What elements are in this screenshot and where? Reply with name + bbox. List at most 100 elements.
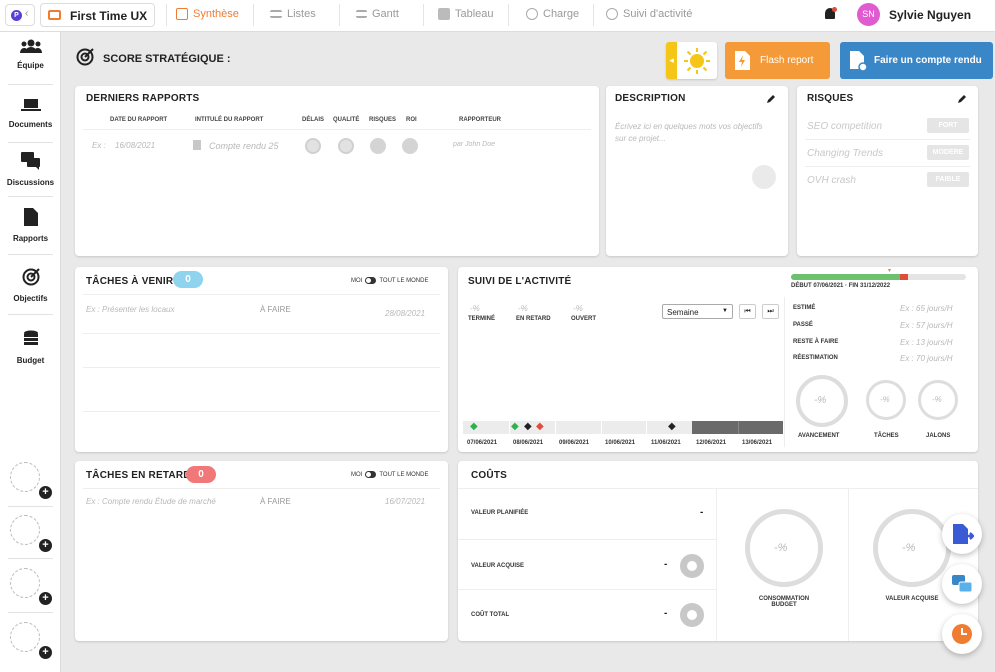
- add-link-button[interactable]: +: [10, 515, 52, 555]
- period-select[interactable]: Semaine ▼: [662, 304, 733, 319]
- tab-synthese[interactable]: Synthèse: [176, 0, 239, 28]
- cost-indicator-icon: [680, 554, 704, 578]
- sidebar-item-discussions[interactable]: Discussions: [0, 152, 61, 187]
- tab-charge[interactable]: Charge: [526, 0, 579, 28]
- list-icon: [270, 10, 282, 19]
- folder-icon: [48, 10, 61, 20]
- sidebar-item-documents[interactable]: Documents: [0, 98, 61, 129]
- tab-suivi[interactable]: Suivi d'activité: [606, 0, 692, 28]
- sidebar-item-budget[interactable]: Budget: [0, 330, 61, 365]
- flash-report-button[interactable]: Flash report: [725, 42, 830, 79]
- timeline-date: 09/06/2021: [559, 440, 590, 446]
- app-switcher[interactable]: P ‹: [5, 4, 35, 26]
- notification-dot: [832, 7, 837, 12]
- stat-value: -%: [518, 304, 528, 313]
- tab-listes[interactable]: Listes: [270, 0, 316, 28]
- table-row[interactable]: Ex : 16/08/2021 Compte rendu 25 par John…: [75, 134, 599, 160]
- milestone-open-icon: ◆: [668, 421, 676, 432]
- doc-icon: [193, 140, 201, 150]
- task-status: À FAIRE: [260, 497, 291, 506]
- compte-rendu-label: Faire un compte rendu: [874, 55, 982, 66]
- weather-toggle[interactable]: ◂: [666, 42, 717, 79]
- col-header: DATE DU RAPPORT: [110, 117, 168, 123]
- project-selector[interactable]: First Time UX: [40, 3, 155, 27]
- sidebar-item-label: Rapports: [12, 234, 49, 243]
- timeline: ◆ ◆ ◆ ◆ ◆: [463, 421, 783, 434]
- add-link-button[interactable]: +: [10, 622, 52, 662]
- col-header: ROI: [406, 117, 417, 123]
- add-link-button[interactable]: +: [10, 568, 52, 608]
- costs-title: COÛTS: [471, 470, 507, 481]
- task-name: Ex : Présenter les locaux: [86, 305, 175, 314]
- sidebar-item-objectifs[interactable]: Objectifs: [0, 268, 61, 303]
- metric-value: Ex : 57 jours/H: [900, 321, 953, 330]
- user-name[interactable]: Sylvie Nguyen: [889, 8, 971, 22]
- tab-label: Charge: [543, 8, 580, 20]
- pencil-icon[interactable]: [766, 94, 776, 104]
- timer-fab[interactable]: [942, 614, 982, 654]
- scope-toggle[interactable]: MOI TOUT LE MONDE: [351, 471, 428, 478]
- metric-label: ESTIMÉ: [793, 305, 816, 311]
- period-label: DÉBUT 07/06/2021 · FIN 31/12/2022: [791, 283, 891, 289]
- tab-label: Suivi d'activité: [623, 8, 693, 20]
- cost-label: VALEUR PLANIFIÉE: [471, 510, 529, 516]
- dropdown-arrow-icon: ▼: [722, 308, 728, 314]
- app-badge: P: [11, 10, 22, 21]
- risks-card: RISQUES SEO competition FORT Changing Tr…: [797, 86, 978, 256]
- description-field[interactable]: Écrivez ici en quelques mots vos objecti…: [615, 121, 775, 145]
- clock-icon: [952, 624, 972, 644]
- prev-button[interactable]: ⏮: [739, 304, 756, 319]
- add-link-button[interactable]: +: [10, 462, 52, 502]
- toggle-switch[interactable]: [365, 277, 377, 284]
- avatar[interactable]: SN: [857, 3, 880, 26]
- sidebar-item-equipe[interactable]: Équipe: [0, 39, 61, 70]
- tab-label: Gantt: [372, 8, 399, 20]
- add-doc-icon: [850, 51, 867, 71]
- late-tasks-card: TÂCHES EN RETARD 0 MOI TOUT LE MONDE Ex :…: [75, 461, 448, 641]
- gauge-value: -%: [880, 395, 890, 404]
- project-title: First Time UX: [70, 9, 148, 23]
- save-icon[interactable]: [752, 165, 776, 189]
- row-prefix: Ex :: [92, 141, 106, 150]
- count-badge: 0: [173, 271, 203, 288]
- toggle-switch[interactable]: [365, 471, 377, 478]
- toggle-label-moi: MOI: [351, 278, 363, 285]
- risk-name: Changing Trends: [807, 148, 883, 159]
- pencil-icon[interactable]: [957, 94, 967, 104]
- gauge-label: VALEUR ACQUISE: [885, 596, 939, 602]
- risk-level: FAIBLE: [927, 172, 969, 187]
- milestone-late-icon: ◆: [536, 421, 544, 432]
- plus-icon: +: [39, 646, 52, 659]
- milestone-done-icon: ◆: [470, 421, 478, 432]
- milestone-open-icon: ◆: [524, 421, 532, 432]
- export-fab[interactable]: [942, 514, 982, 554]
- plus-icon: +: [39, 486, 52, 499]
- compte-rendu-button[interactable]: Faire un compte rendu: [840, 42, 993, 79]
- plus-icon: +: [39, 539, 52, 552]
- bell-icon[interactable]: [824, 7, 837, 21]
- description-card: DESCRIPTION Écrivez ici en quelques mots…: [606, 86, 788, 256]
- screens-fab[interactable]: [942, 564, 982, 604]
- report-date: 16/08/2021: [115, 141, 156, 150]
- cost-value: -: [664, 559, 668, 570]
- main-content: SCORE STRATÉGIQUE : ◂ Flash report Faire…: [61, 32, 995, 672]
- quality-icon: [338, 138, 354, 154]
- metric-value: Ex : 13 jours/H: [900, 338, 953, 347]
- next-button[interactable]: ⏭: [762, 304, 779, 319]
- metric-value: Ex : 70 jours/H: [900, 354, 953, 363]
- costs-card: COÛTS VALEUR PLANIFIÉE - VALEUR ACQUISE …: [458, 461, 978, 641]
- select-value: Semaine: [667, 308, 699, 317]
- plus-icon: +: [39, 592, 52, 605]
- gauge-value: -%: [932, 395, 942, 404]
- upcoming-title: TÂCHES À VENIR: [86, 276, 174, 287]
- collapse-handle[interactable]: ◂: [666, 42, 677, 79]
- tab-tableau[interactable]: Tableau: [438, 0, 494, 28]
- timeline-date: 10/06/2021: [605, 440, 636, 446]
- scope-toggle[interactable]: MOI TOUT LE MONDE: [351, 277, 428, 284]
- timeline-date: 13/06/2021: [742, 440, 773, 446]
- tab-label: Listes: [287, 8, 316, 20]
- tab-gantt[interactable]: Gantt: [356, 0, 399, 28]
- sidebar-item-rapports[interactable]: Rapports: [0, 208, 61, 243]
- metric-label: RÉESTIMATION: [793, 355, 838, 361]
- page-title: SCORE STRATÉGIQUE :: [103, 53, 231, 65]
